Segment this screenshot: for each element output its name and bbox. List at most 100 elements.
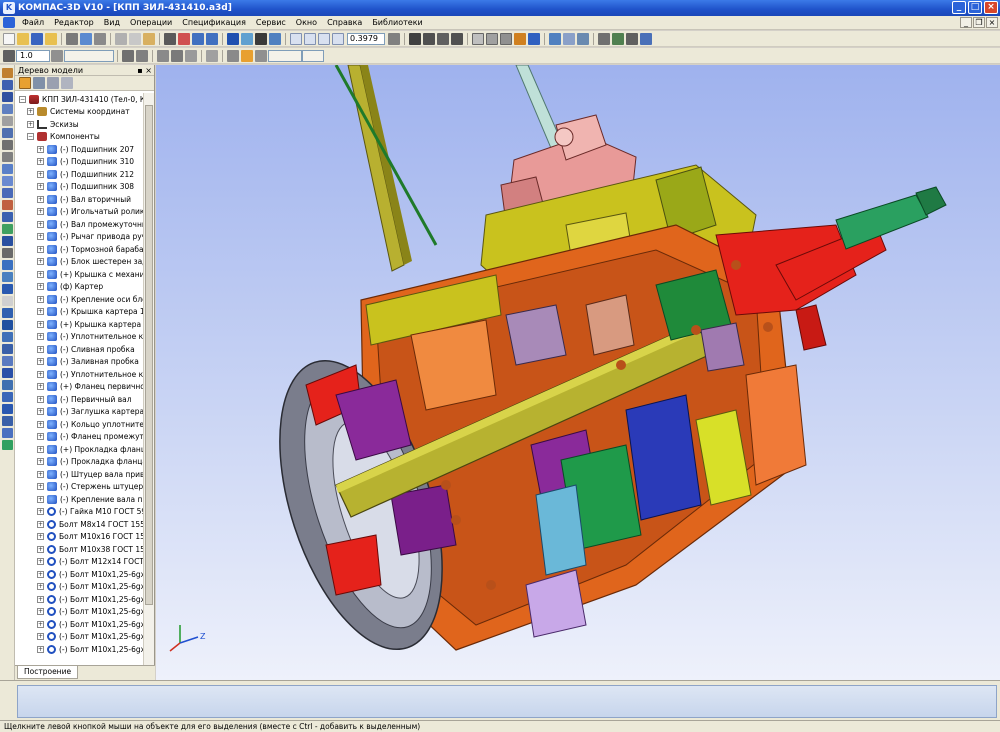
wireframe-icon[interactable] (472, 32, 484, 45)
expand-icon[interactable]: + (37, 633, 44, 641)
doc-minimize-icon[interactable]: _ (960, 17, 972, 28)
open-icon[interactable] (45, 32, 57, 45)
menu-specification[interactable]: Спецификация (177, 16, 251, 30)
chamfer-icon[interactable] (1, 332, 13, 342)
active-snap-icon[interactable] (241, 49, 253, 62)
reports-icon[interactable] (1, 200, 13, 210)
expand-icon[interactable]: + (37, 608, 44, 616)
tree-item[interactable]: + (-) Гайка М10 ГОСТ 59 (15, 506, 144, 519)
copy-icon[interactable] (129, 32, 141, 45)
menu-edit[interactable]: Редактор (49, 16, 99, 30)
expand-icon[interactable]: + (37, 470, 44, 478)
library-icon[interactable] (241, 32, 253, 45)
zoom-dropdown-icon[interactable] (388, 32, 400, 45)
measure-icon[interactable] (577, 32, 589, 45)
expand-icon[interactable]: + (37, 583, 44, 591)
expand-icon[interactable]: + (37, 220, 44, 228)
thin-lines-icon[interactable] (500, 32, 512, 45)
standard-parts-icon[interactable] (1, 284, 13, 294)
tools-icon[interactable] (598, 32, 610, 45)
tree-group-coords[interactable]: + Системы координат (15, 106, 144, 119)
menu-view[interactable]: Вид (99, 16, 125, 30)
expand-icon[interactable]: + (37, 495, 44, 503)
expand-icon[interactable]: + (37, 558, 44, 566)
check-icon[interactable] (612, 32, 624, 45)
expand-icon[interactable]: + (27, 120, 34, 128)
help-icon[interactable] (269, 32, 281, 45)
parts-icon[interactable] (1, 236, 13, 246)
arrays-icon[interactable] (1, 116, 13, 126)
pin-icon[interactable]: ▪ (137, 66, 142, 75)
expand-icon[interactable]: + (37, 620, 44, 628)
elements-icon[interactable] (1, 212, 13, 222)
menu-file[interactable]: Файл (17, 16, 49, 30)
zoom-frame-icon[interactable] (332, 32, 344, 45)
tree-item[interactable]: + (-) Болт М12х14 ГОСТ (15, 556, 144, 569)
rotate-icon[interactable] (451, 32, 463, 45)
collapse-icon[interactable]: − (27, 133, 34, 141)
expand-icon[interactable]: + (37, 170, 44, 178)
tree-item[interactable]: + (-) Болт М10х1,25-6gx (15, 631, 144, 644)
tab-construction[interactable]: Построение (17, 666, 79, 679)
window-icon[interactable] (640, 32, 652, 45)
expand-icon[interactable]: + (37, 295, 44, 303)
document-icon[interactable] (3, 17, 15, 28)
tree-item[interactable]: + (-) Штуцер вала приво (15, 468, 144, 481)
layer-input[interactable] (64, 49, 114, 62)
expand-icon[interactable]: + (37, 445, 44, 453)
expand-icon[interactable]: + (37, 345, 44, 353)
expand-icon[interactable]: + (37, 308, 44, 316)
expand-icon[interactable]: + (37, 595, 44, 603)
format-painter-icon[interactable] (164, 32, 176, 45)
tree-item[interactable]: + (-) Крепление вала при (15, 493, 144, 506)
tree-item[interactable]: + (ф) Картер (15, 281, 144, 294)
tree-item[interactable]: + (-) Подшипник 207 (15, 143, 144, 156)
spec-icon[interactable] (1, 188, 13, 198)
thread-icon[interactable] (1, 380, 13, 390)
tree-item[interactable]: + (-) Тормозной барабан (15, 243, 144, 256)
expand-icon[interactable]: + (37, 483, 44, 491)
local-cs-icon[interactable] (206, 49, 218, 62)
tree-item[interactable]: + (-) Заливная пробка (15, 356, 144, 369)
plane-icon[interactable] (122, 49, 134, 62)
tree-item[interactable]: + (-) Заглушка картера (15, 406, 144, 419)
zoom-icon[interactable] (290, 32, 302, 45)
tree-item[interactable]: + (-) Игольчатый ролико (15, 206, 144, 219)
menu-help[interactable]: Справка (322, 16, 367, 30)
model-viewport[interactable]: Z (156, 65, 1000, 680)
expand-icon[interactable]: + (37, 533, 44, 541)
draft-icon[interactable] (1, 392, 13, 402)
editing-tools-icon[interactable] (1, 68, 13, 78)
expand-icon[interactable]: + (27, 108, 34, 116)
tree-item[interactable]: + (-) Уплотнительное ко (15, 331, 144, 344)
filters-icon[interactable] (1, 176, 13, 186)
section-tools-icon[interactable] (1, 416, 13, 426)
tree-filter-icon[interactable] (61, 77, 73, 89)
snap-icon[interactable] (171, 49, 183, 62)
tree-item[interactable]: + (+) Крышка с механизм (15, 268, 144, 281)
edit-icon[interactable] (157, 49, 169, 62)
open-folder-icon[interactable] (17, 32, 29, 45)
pan-icon[interactable] (423, 32, 435, 45)
sheet-metal-icon[interactable] (1, 248, 13, 258)
tree-item[interactable]: + (-) Уплотнительное ко (15, 368, 144, 381)
tree-item[interactable]: + (-) Вал промежуточный (15, 218, 144, 231)
tree-structure-icon[interactable] (33, 77, 45, 89)
expand-icon[interactable]: + (37, 208, 44, 216)
perspective-icon[interactable] (549, 32, 561, 45)
tree-scrollbar[interactable] (143, 93, 154, 665)
show-all-icon[interactable] (437, 32, 449, 45)
expand-icon[interactable]: + (37, 145, 44, 153)
expand-icon[interactable]: + (37, 645, 44, 653)
zoom-input[interactable]: 0.3979 (347, 32, 385, 45)
measure-tools-icon[interactable] (1, 164, 13, 174)
sketch-icon[interactable] (136, 49, 148, 62)
tree-item[interactable]: + Болт М8х14 ГОСТ 1558 (15, 518, 144, 531)
step-input[interactable]: 1.0 (16, 49, 50, 62)
tree-item[interactable]: + (-) Крышка картера 1 (15, 306, 144, 319)
scroll-thumb[interactable] (145, 105, 153, 605)
expand-icon[interactable]: + (37, 370, 44, 378)
tree-item[interactable]: + (-) Подшипник 310 (15, 156, 144, 169)
insert-part-icon[interactable] (1, 272, 13, 282)
variables-icon[interactable] (255, 32, 267, 45)
